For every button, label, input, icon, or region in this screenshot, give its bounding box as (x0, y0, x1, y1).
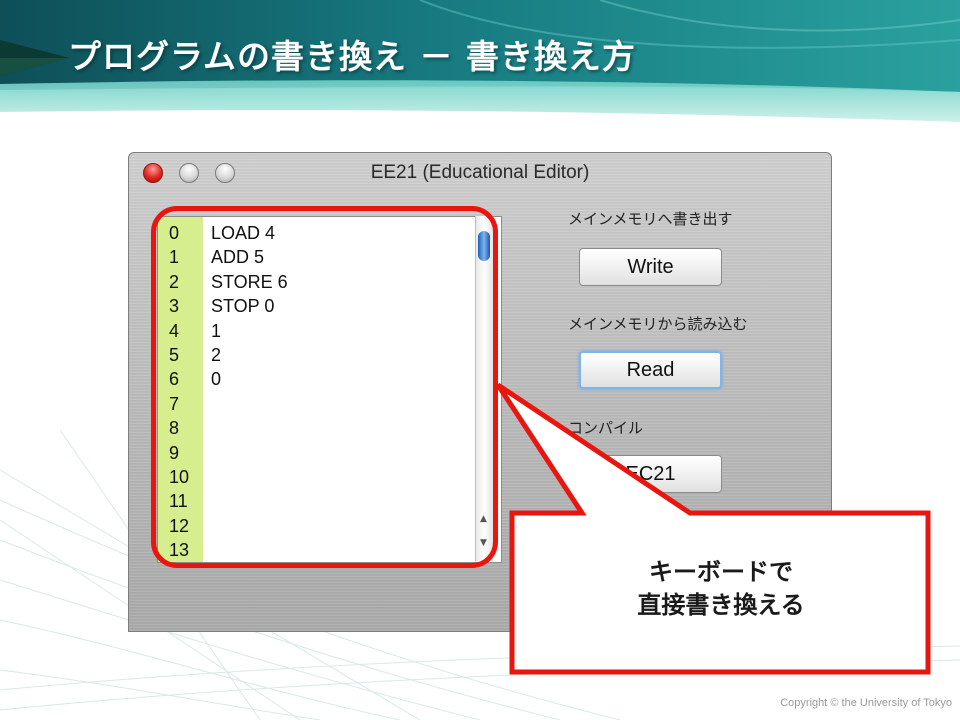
callout-line-2: 直接書き換える (637, 591, 805, 619)
callout-text: キーボードで 直接書き換える (516, 556, 926, 622)
callout-line-1: キーボードで (649, 558, 793, 586)
